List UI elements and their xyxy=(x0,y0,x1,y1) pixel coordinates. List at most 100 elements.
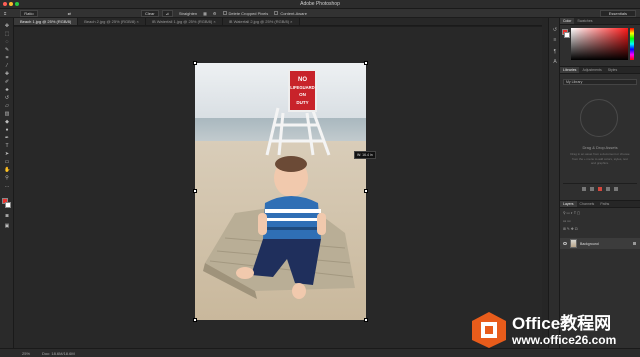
library-empty-text: Drag in an asset from a document or choo… xyxy=(570,152,630,165)
add-content-icon[interactable] xyxy=(606,186,610,191)
canvas-area[interactable]: NO LIFEGUARD ON DUTY W: 16.4 in xyxy=(14,27,542,348)
gradient-tool-icon[interactable]: ▥ xyxy=(4,112,10,117)
delete-cropped-label: Delete Cropped Pixels xyxy=(228,10,269,16)
quick-select-tool-icon[interactable]: ✎ xyxy=(4,48,10,53)
layer-row-background[interactable]: Background xyxy=(560,238,640,249)
tab-layers[interactable]: Layers xyxy=(560,201,577,207)
panel-background-swatch[interactable] xyxy=(564,32,570,38)
doc-tab-waterfall-2[interactable]: IB Waterfall 2.jpg @ 25% (RGB/8) × xyxy=(223,18,300,25)
sign-line-3: ON xyxy=(299,92,306,97)
panel-icon-strip: ↺ ≡ ¶ A xyxy=(548,18,560,348)
hue-slider[interactable] xyxy=(630,28,634,60)
dodge-tool-icon[interactable]: ● xyxy=(4,128,10,133)
sign-line-1: NO xyxy=(298,77,307,83)
path-select-tool-icon[interactable]: ➤ xyxy=(4,152,10,157)
lasso-tool-icon[interactable]: ◌ xyxy=(4,40,10,45)
layer-filter-row[interactable]: ⚲ ▭ ◐ T ▢ xyxy=(560,210,640,216)
title-bar: Adobe Photoshop xyxy=(0,0,640,9)
layers-panel-tabs: Layers Channels Paths xyxy=(560,201,640,208)
doc-tab-waterfall-1[interactable]: IB Waterfall 1.jpg @ 25% (RGB/8) × xyxy=(146,18,223,25)
crop-preset-select[interactable]: Ratio xyxy=(20,9,38,17)
character-panel-icon[interactable]: A xyxy=(552,60,558,65)
crop-size-tooltip: W: 16.4 in xyxy=(354,151,376,159)
add-graphic-icon[interactable] xyxy=(582,186,586,191)
swap-ratio-icon[interactable]: ⇄ xyxy=(68,11,71,16)
blur-tool-icon[interactable]: ◆ xyxy=(4,120,10,125)
tab-channels[interactable]: Channels xyxy=(577,201,598,207)
content-aware-label: Content-Aware xyxy=(280,10,307,16)
history-panel-icon[interactable]: ↺ xyxy=(552,28,558,33)
office-logo-icon xyxy=(472,312,506,348)
tab-adjustments[interactable]: Adjustments xyxy=(579,67,604,73)
shape-tool-icon[interactable]: ▭ xyxy=(4,160,10,165)
screen-mode-icon[interactable]: ▣ xyxy=(4,224,10,229)
crop-handle-bottom-left[interactable] xyxy=(193,318,197,322)
tab-libraries[interactable]: Libraries xyxy=(560,67,580,73)
straighten-button[interactable]: ⊿ xyxy=(161,9,173,17)
window-title: Adobe Photoshop xyxy=(300,1,340,7)
zoom-level[interactable]: 25% xyxy=(22,351,30,356)
library-trash-icon[interactable] xyxy=(614,186,618,191)
crop-tool-icon[interactable]: ⌗ xyxy=(4,56,10,61)
document-tabs: Beach 1.jpg @ 25% (RGB/8) Beach 2.jpg @ … xyxy=(14,18,542,26)
clone-stamp-tool-icon[interactable]: ♣ xyxy=(4,88,10,93)
paragraph-panel-icon[interactable]: ¶ xyxy=(552,50,558,55)
workspace-select[interactable]: Essentials xyxy=(599,10,636,17)
right-panels: Color Swatches Libraries Adjustments Sty… xyxy=(560,18,640,348)
zoom-tool-icon[interactable]: ⚲ xyxy=(4,176,10,181)
library-placeholder-icon xyxy=(580,99,618,137)
doc-tab-beach-1[interactable]: Beach 1.jpg @ 25% (RGB/8) xyxy=(14,18,79,25)
grid-overlay-icon[interactable]: ▦ xyxy=(203,11,207,16)
layer-name: Background xyxy=(580,241,599,246)
crop-handle-top-right[interactable] xyxy=(364,61,368,65)
tools-panel: ✥ ⬚ ◌ ✎ ⌗ ⁄ ✚ ✐ ♣ ↺ ▱ ▥ ◆ ● ✒ T ➤ ▭ ✋ ⚲ … xyxy=(0,18,14,348)
properties-panel-icon[interactable]: ≡ xyxy=(552,38,558,43)
tab-color[interactable]: Color xyxy=(560,18,575,24)
tab-swatches[interactable]: Swatches xyxy=(574,18,595,24)
settings-gear-icon[interactable]: ⚙ xyxy=(213,11,217,16)
document-info: Doc: 18.6M/18.6M xyxy=(42,350,75,356)
office-watermark: Office教程网 www.office26.com xyxy=(470,306,638,354)
sign-line-2: LIFEGUARD xyxy=(290,85,314,90)
document-image[interactable]: NO LIFEGUARD ON DUTY xyxy=(195,63,366,320)
lock-row[interactable]: ⊞ ✎ ✥ ⊡ xyxy=(560,226,640,232)
library-empty-heading: Drag & Drop Assets xyxy=(582,145,618,150)
eyedropper-tool-icon[interactable]: ⁄ xyxy=(4,64,10,69)
doc-tab-beach-2[interactable]: Beach 2.jpg @ 25% (RGB/8) × xyxy=(78,18,146,25)
content-aware-checkbox[interactable] xyxy=(274,11,279,15)
eraser-tool-icon[interactable]: ▱ xyxy=(4,104,10,109)
color-picker-field[interactable] xyxy=(571,28,628,60)
color-panel-tabs: Color Swatches xyxy=(560,18,640,25)
healing-tool-icon[interactable]: ✚ xyxy=(4,72,10,77)
libraries-panel: Libraries Adjustments Styles My Library … xyxy=(560,66,640,198)
tab-paths[interactable]: Paths xyxy=(597,201,612,207)
crop-handle-right[interactable] xyxy=(364,189,368,193)
add-color-icon[interactable] xyxy=(598,186,602,191)
lock-icon xyxy=(633,242,636,245)
crop-handle-bottom-right[interactable] xyxy=(364,318,368,322)
library-select[interactable]: My Library xyxy=(563,79,637,85)
history-brush-tool-icon[interactable]: ↺ xyxy=(4,96,10,101)
crop-handle-left[interactable] xyxy=(193,189,197,193)
libraries-panel-tabs: Libraries Adjustments Styles xyxy=(560,67,640,74)
add-text-icon[interactable] xyxy=(590,186,594,191)
color-panel: Color Swatches xyxy=(560,18,640,64)
crop-tool-icon[interactable]: ⌗ xyxy=(4,11,6,16)
more-tools-icon[interactable]: … xyxy=(4,184,10,189)
hand-tool-icon[interactable]: ✋ xyxy=(4,168,10,173)
layer-thumbnail xyxy=(570,239,577,248)
type-tool-icon[interactable]: T xyxy=(4,144,10,149)
background-color-swatch[interactable] xyxy=(5,202,11,208)
visibility-eye-icon[interactable] xyxy=(563,242,567,245)
pen-tool-icon[interactable]: ✒ xyxy=(4,136,10,141)
tab-styles[interactable]: Styles xyxy=(605,67,621,73)
blend-mode-row[interactable]: ▭ ▭ xyxy=(560,218,640,224)
quick-mask-icon[interactable]: ◙ xyxy=(4,214,10,219)
move-tool-icon[interactable]: ✥ xyxy=(4,24,10,29)
clear-button[interactable]: Clear xyxy=(140,9,159,17)
delete-cropped-checkbox[interactable] xyxy=(222,11,227,15)
straighten-label: Straighten xyxy=(178,10,198,16)
marquee-tool-icon[interactable]: ⬚ xyxy=(4,32,10,37)
brush-tool-icon[interactable]: ✐ xyxy=(4,80,10,85)
crop-handle-top-left[interactable] xyxy=(193,61,197,65)
